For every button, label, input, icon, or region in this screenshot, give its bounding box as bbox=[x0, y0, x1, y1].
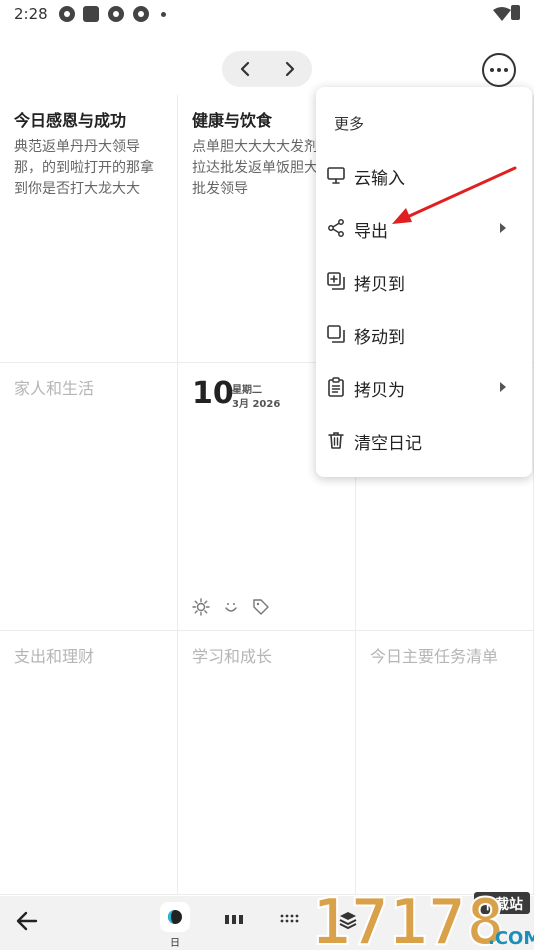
next-button[interactable] bbox=[267, 51, 312, 87]
monitor-icon bbox=[327, 167, 345, 184]
share-icon bbox=[328, 219, 344, 237]
menu-item-label: 清空日记 bbox=[354, 434, 422, 454]
journal-cell[interactable]: 今日感恩与成功 典范返单丹丹大领导那，的到啦打开的那拿到你是否打大龙大大 bbox=[0, 95, 178, 363]
week-view-icon[interactable] bbox=[224, 912, 244, 926]
cell-title: 家人和生活 bbox=[14, 379, 95, 398]
more-notifications-icon bbox=[161, 12, 166, 17]
cell-body: 典范返单丹丹大领导那，的到啦打开的那拿到你是否打大龙大大 bbox=[14, 139, 154, 197]
app-notification-icon bbox=[59, 6, 75, 22]
svg-text:17178: 17178 bbox=[312, 886, 505, 950]
watermark-logo: 下载站 17178 .COM bbox=[311, 885, 534, 950]
cell-title: 学习和成长 bbox=[192, 647, 273, 666]
app-notification-icon bbox=[108, 6, 124, 22]
menu-item-label: 拷贝到 bbox=[354, 275, 405, 295]
back-arrow-icon[interactable] bbox=[14, 908, 40, 934]
square-notification-icon bbox=[83, 6, 99, 22]
copy-plus-icon bbox=[327, 272, 345, 290]
more-menu: 更多 云输入 导出 拷贝到 移动到 拷贝为 清空日记 bbox=[316, 87, 532, 477]
day-view-icon bbox=[168, 910, 182, 924]
clipboard-icon bbox=[328, 377, 344, 397]
menu-item-copy-to[interactable]: 拷贝到 bbox=[316, 255, 532, 308]
annotation-arrow bbox=[392, 166, 517, 224]
chevron-right-icon bbox=[285, 61, 294, 77]
cell-title: 今日主要任务清单 bbox=[370, 647, 499, 666]
menu-item-clear-diary[interactable]: 清空日记 bbox=[316, 414, 532, 467]
more-dot-icon bbox=[504, 68, 508, 72]
cell-title: 今日感恩与成功 bbox=[14, 111, 127, 130]
more-dot-icon bbox=[497, 68, 501, 72]
submenu-arrow-icon bbox=[500, 382, 506, 392]
cell-title: 支出和理财 bbox=[14, 647, 95, 666]
prev-button[interactable] bbox=[222, 51, 267, 87]
month-view-icon[interactable] bbox=[279, 912, 299, 926]
status-time: 2:28 bbox=[14, 5, 48, 23]
date-day: 10 bbox=[192, 376, 234, 411]
journal-cell[interactable]: 家人和生活 bbox=[0, 363, 178, 631]
svg-text:.COM: .COM bbox=[488, 928, 534, 949]
menu-item-copy-as[interactable]: 拷贝为 bbox=[316, 361, 532, 414]
tag-icon[interactable] bbox=[252, 598, 270, 616]
trash-icon bbox=[328, 432, 344, 449]
status-bar: 2:28 bbox=[0, 0, 534, 28]
more-options-button[interactable] bbox=[482, 53, 516, 87]
date-cell-tools bbox=[192, 598, 270, 616]
move-icon bbox=[327, 325, 345, 343]
menu-item-move-to[interactable]: 移动到 bbox=[316, 308, 532, 361]
mood-smile-icon[interactable] bbox=[222, 598, 240, 616]
day-view-label: 日 bbox=[170, 938, 180, 949]
weather-sun-icon[interactable] bbox=[192, 598, 210, 616]
chevron-left-icon bbox=[240, 61, 249, 77]
menu-item-label: 移动到 bbox=[354, 328, 405, 348]
menu-header: 更多 bbox=[334, 115, 365, 133]
date-nav bbox=[222, 51, 312, 87]
journal-cell[interactable]: 今日主要任务清单 bbox=[356, 631, 534, 895]
journal-cell[interactable]: 支出和理财 bbox=[0, 631, 178, 895]
date-weekday: 星期二 bbox=[232, 385, 262, 396]
more-dot-icon bbox=[490, 68, 494, 72]
battery-icon bbox=[511, 5, 520, 20]
menu-item-label: 拷贝为 bbox=[354, 381, 405, 401]
journal-cell[interactable]: 学习和成长 bbox=[178, 631, 356, 895]
wifi-icon bbox=[493, 7, 511, 21]
date-month-year: 3月 2026 bbox=[232, 399, 281, 410]
day-view-button[interactable] bbox=[160, 902, 190, 932]
app-notification-icon bbox=[133, 6, 149, 22]
